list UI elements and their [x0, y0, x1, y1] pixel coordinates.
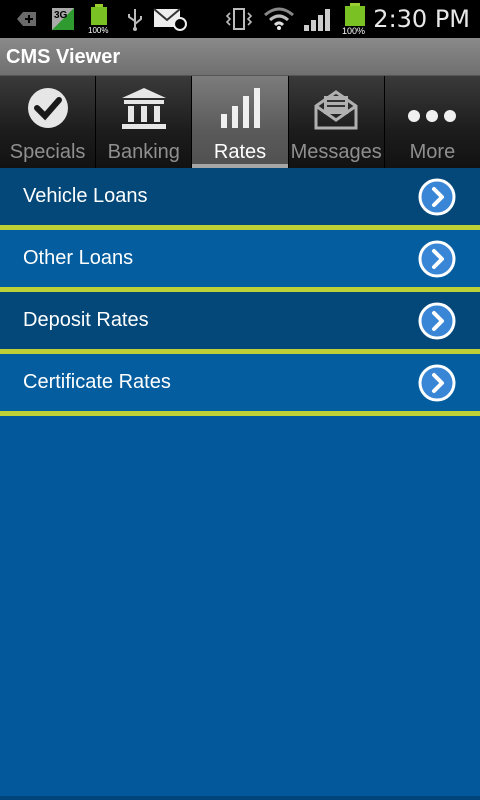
network-label: 3G: [54, 10, 68, 21]
bank-icon: [118, 76, 170, 140]
back-icon: [14, 0, 40, 38]
tab-label: More: [409, 141, 456, 163]
signal-icon: [300, 0, 336, 38]
chevron-right-icon[interactable]: [418, 178, 456, 216]
envelope-icon: [312, 76, 360, 140]
list-item-label: Deposit Rates: [23, 309, 149, 331]
battery-icon: 100%: [340, 0, 370, 38]
bar-chart-icon: [216, 76, 264, 140]
list-item-deposit-rates[interactable]: Deposit Rates: [0, 292, 480, 354]
rates-content: Vehicle Loans Other Loans Deposit Rates …: [0, 168, 480, 800]
network-3g-icon: 3G: [50, 0, 76, 38]
status-time: 2:30 PM: [373, 5, 470, 33]
list-item-vehicle-loans[interactable]: Vehicle Loans: [0, 168, 480, 230]
chevron-right-icon[interactable]: [418, 364, 456, 402]
checkmark-icon: [24, 76, 72, 140]
usb-icon: [122, 0, 148, 38]
battery-small-icon: 100%: [86, 0, 112, 38]
bottom-edge: [0, 796, 480, 800]
battery-large-label: 100%: [342, 26, 365, 36]
list-item-label: Certificate Rates: [23, 371, 171, 393]
tab-bar: Specials Banking Rates Messages More: [0, 76, 480, 168]
vibrate-icon: [224, 0, 254, 38]
list-item-certificate-rates[interactable]: Certificate Rates: [0, 354, 480, 416]
tab-label: Messages: [290, 141, 382, 163]
chevron-right-icon[interactable]: [418, 302, 456, 340]
email-icon: [152, 0, 188, 38]
list-item-label: Other Loans: [23, 247, 134, 269]
wifi-icon: [262, 0, 296, 38]
battery-small-label: 100%: [88, 26, 108, 35]
tab-more[interactable]: More: [384, 76, 480, 168]
tab-specials[interactable]: Specials: [0, 76, 97, 168]
more-dots-icon: [406, 76, 458, 140]
list-item-label: Vehicle Loans: [23, 185, 148, 207]
tab-label: Specials: [9, 141, 86, 163]
tab-rates[interactable]: Rates: [192, 76, 289, 168]
tab-messages[interactable]: Messages: [288, 76, 385, 168]
title-bar: CMS Viewer: [0, 38, 480, 76]
tab-banking[interactable]: Banking: [96, 76, 193, 168]
tab-label: Rates: [213, 141, 267, 163]
tab-label: Banking: [107, 141, 180, 163]
status-bar: 3G 100% 100% 2:30 PM: [0, 0, 480, 38]
app-title: CMS Viewer: [6, 46, 121, 68]
chevron-right-icon[interactable]: [418, 240, 456, 278]
list-item-other-loans[interactable]: Other Loans: [0, 230, 480, 292]
